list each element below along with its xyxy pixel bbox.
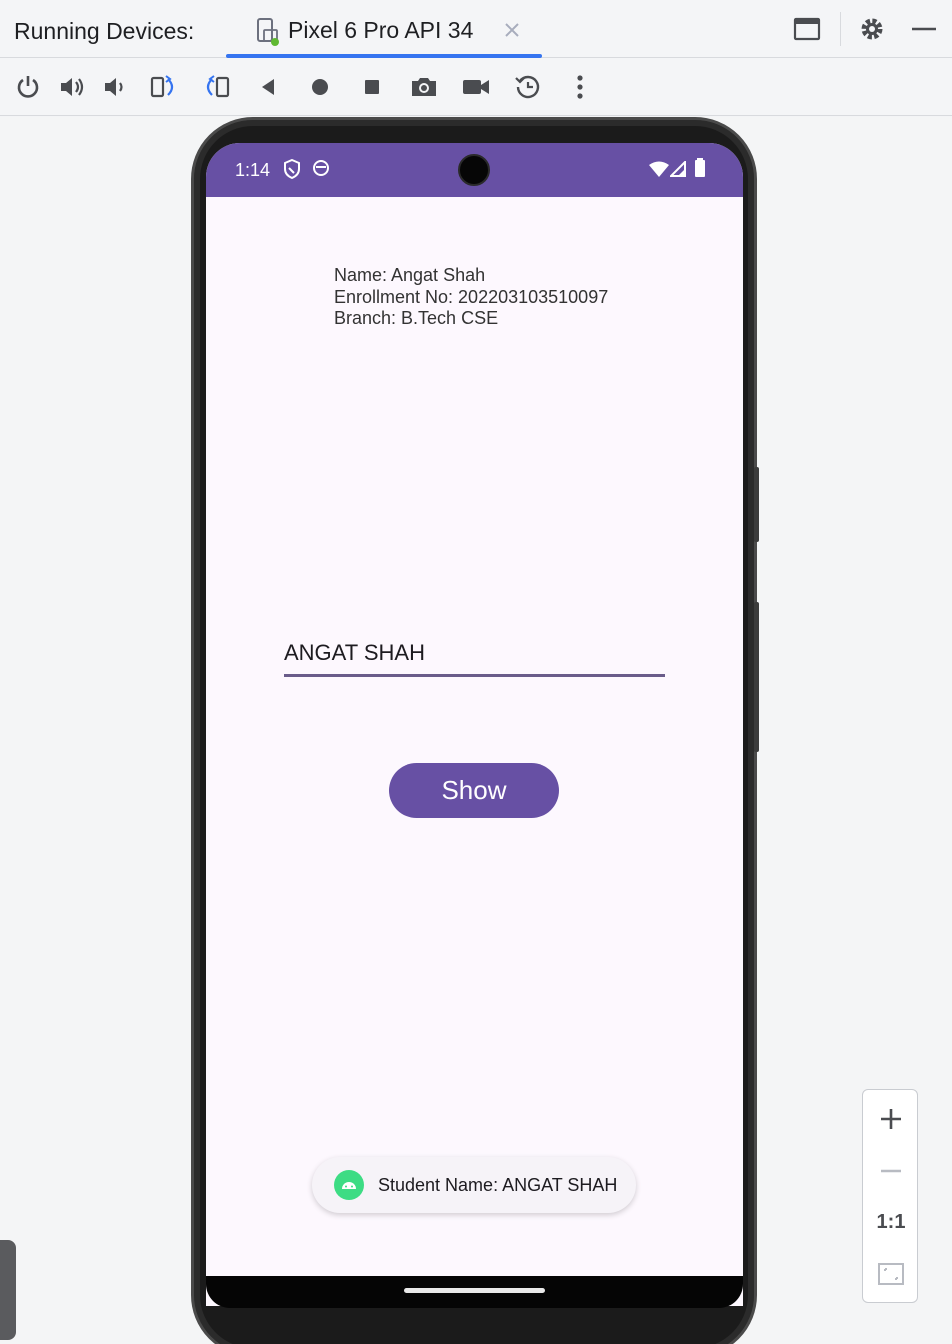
screenshot-icon[interactable] bbox=[408, 71, 440, 103]
rotate-right-icon[interactable] bbox=[200, 71, 232, 103]
device-screen[interactable]: 1:14 Name: Angat Shah Enrollment No: 202… bbox=[206, 143, 743, 1306]
more-options-icon[interactable] bbox=[564, 71, 596, 103]
gesture-handle[interactable] bbox=[404, 1288, 545, 1293]
student-name-input[interactable] bbox=[284, 627, 665, 677]
show-button[interactable]: Show bbox=[389, 763, 559, 818]
device-tab-label: Pixel 6 Pro API 34 bbox=[288, 17, 474, 43]
battery-icon bbox=[694, 158, 706, 183]
vpn-shield-icon bbox=[284, 158, 300, 184]
cellular-signal-icon bbox=[668, 159, 686, 182]
zoom-controls: 1:1 bbox=[862, 1089, 918, 1303]
wifi-icon bbox=[648, 161, 670, 182]
home-icon[interactable] bbox=[304, 71, 336, 103]
android-icon bbox=[334, 1170, 364, 1200]
device-frame: 1:14 Name: Angat Shah Enrollment No: 202… bbox=[191, 117, 759, 1344]
side-button-volume bbox=[754, 602, 759, 752]
device-tab[interactable]: Pixel 6 Pro API 34 bbox=[226, 0, 542, 58]
back-icon[interactable] bbox=[252, 71, 284, 103]
window-mode-icon[interactable] bbox=[792, 14, 822, 44]
side-panel-tab[interactable] bbox=[0, 1240, 16, 1340]
branch-line: Branch: B.Tech CSE bbox=[334, 308, 499, 328]
status-time: 1:14 bbox=[235, 160, 271, 180]
running-devices-header: Running Devices: Pixel 6 Pro API 34 bbox=[0, 0, 952, 58]
power-icon[interactable] bbox=[12, 71, 44, 103]
front-camera bbox=[458, 154, 490, 186]
zoom-actual-size-button[interactable]: 1:1 bbox=[863, 1198, 919, 1246]
close-tab-icon[interactable] bbox=[502, 20, 522, 40]
minimize-icon[interactable] bbox=[909, 14, 939, 44]
zoom-out-icon[interactable] bbox=[863, 1147, 919, 1195]
student-info: Name: Angat Shah Enrollment No: 20220310… bbox=[334, 265, 608, 330]
snapshot-reset-icon[interactable] bbox=[512, 71, 544, 103]
side-button-power bbox=[754, 467, 759, 542]
toast-text: Student Name: ANGAT SHAH bbox=[378, 1175, 618, 1195]
panel-title: Running Devices: bbox=[14, 18, 195, 44]
volume-up-icon[interactable] bbox=[56, 71, 88, 103]
student-name-line: Name: Angat Shah bbox=[334, 265, 486, 285]
navigation-bar bbox=[206, 1276, 743, 1308]
status-bar: 1:14 bbox=[206, 143, 743, 197]
overview-icon[interactable] bbox=[356, 71, 388, 103]
header-separator bbox=[840, 12, 841, 46]
notification-icon bbox=[312, 159, 330, 182]
screen-record-icon[interactable] bbox=[460, 71, 492, 103]
zoom-fit-icon[interactable] bbox=[863, 1250, 919, 1298]
zoom-in-icon[interactable] bbox=[863, 1095, 919, 1143]
volume-down-icon[interactable] bbox=[100, 71, 132, 103]
rotate-left-icon[interactable] bbox=[148, 71, 180, 103]
gear-icon[interactable] bbox=[857, 14, 887, 44]
toast-message: Student Name: ANGAT SHAH bbox=[312, 1157, 636, 1213]
emulator-toolbar bbox=[0, 58, 952, 116]
device-icon bbox=[256, 18, 280, 46]
enrollment-line: Enrollment No: 202203103510097 bbox=[334, 286, 609, 307]
